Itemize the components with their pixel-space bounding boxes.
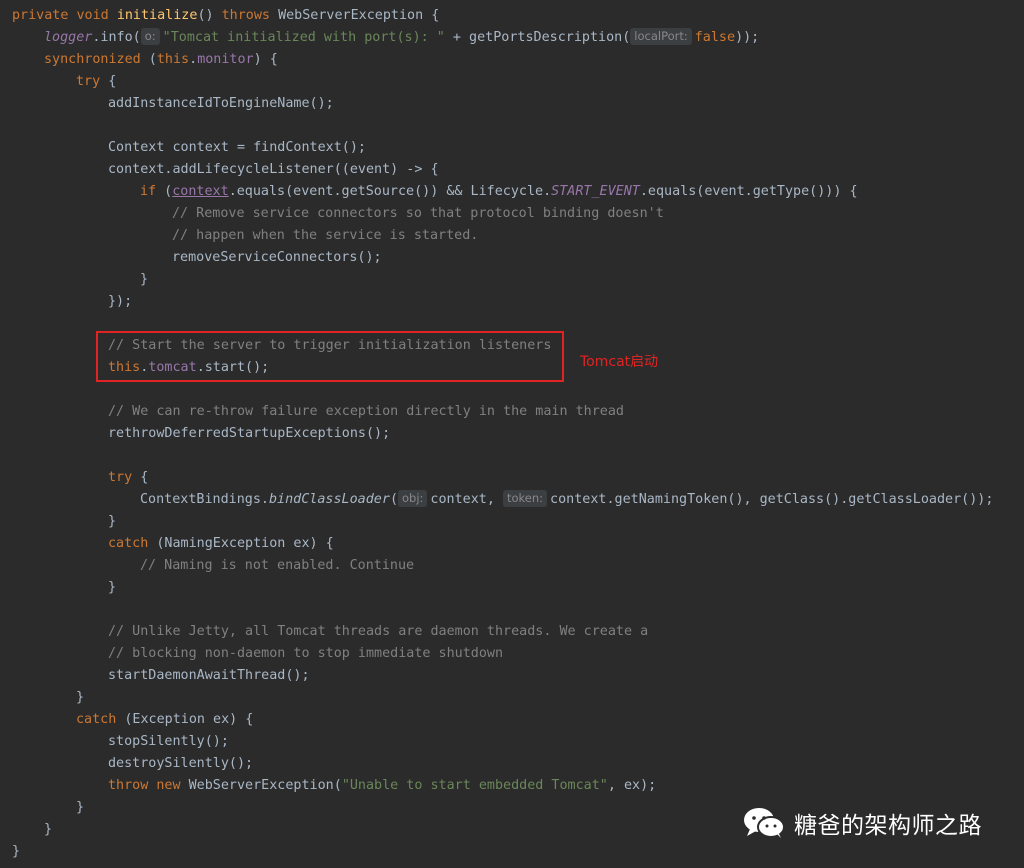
code-line: Context context = findContext(); (108, 140, 366, 155)
param-hint: o: (140, 28, 160, 45)
code-line: } (76, 690, 85, 705)
annotation-label: Tomcat启动 (580, 354, 659, 370)
param-hint: obj: (398, 490, 428, 507)
code-comment: // blocking non-daemon to stop immediate… (108, 646, 504, 661)
code-line: } (76, 800, 85, 815)
code-line: private void initialize() throws WebServ… (12, 8, 440, 23)
code-line: catch (NamingException ex) { (108, 536, 334, 551)
param-hint: token: (502, 490, 548, 507)
code-line: stopSilently(); (108, 734, 229, 749)
code-line: } (12, 844, 21, 859)
code-line: logger.info(o: "Tomcat initialized with p… (44, 28, 760, 45)
code-comment: // Unlike Jetty, all Tomcat threads are … (108, 624, 649, 639)
code-line: startDaemonAwaitThread(); (108, 668, 310, 683)
code-line: catch (Exception ex) { (76, 712, 254, 727)
code-comment: // happen when the service is started. (172, 228, 479, 243)
code-line: } (108, 580, 117, 595)
code-line: addInstanceIdToEngineName(); (108, 96, 334, 111)
watermark: 糖爸的架构师之路 (742, 808, 982, 839)
code-line: context.addLifecycleListener((event) -> … (108, 162, 439, 177)
highlight-box (96, 331, 564, 382)
code-line: destroySilently(); (108, 756, 254, 771)
watermark-text: 糖爸的架构师之路 (794, 813, 982, 839)
code-line: try { (108, 470, 149, 485)
code-comment: // We can re-throw failure exception dir… (108, 404, 624, 419)
code-comment: // Remove service connectors so that pro… (172, 206, 664, 221)
code-line: removeServiceConnectors(); (172, 250, 382, 265)
code-line: try { (76, 74, 117, 89)
code-comment: // Naming is not enabled. Continue (140, 558, 415, 573)
code-line: } (140, 272, 149, 287)
code-line: } (108, 514, 117, 529)
code-line: if (context.equals(event.getSource()) &&… (140, 184, 858, 199)
code-line: } (44, 822, 53, 837)
code-line: }); (108, 294, 133, 309)
code-line: ContextBindings.bindClassLoader(obj: cont… (140, 490, 994, 507)
code-line: throw new WebServerException("Unable to … (108, 778, 657, 793)
code-line: rethrowDeferredStartupExceptions(); (108, 426, 391, 441)
param-hint: localPort: (630, 28, 692, 45)
code-line: synchronized (this.monitor) { (44, 52, 278, 67)
wechat-icon (744, 808, 785, 838)
code-editor[interactable]: private void initialize() throws WebServ… (0, 0, 1024, 868)
